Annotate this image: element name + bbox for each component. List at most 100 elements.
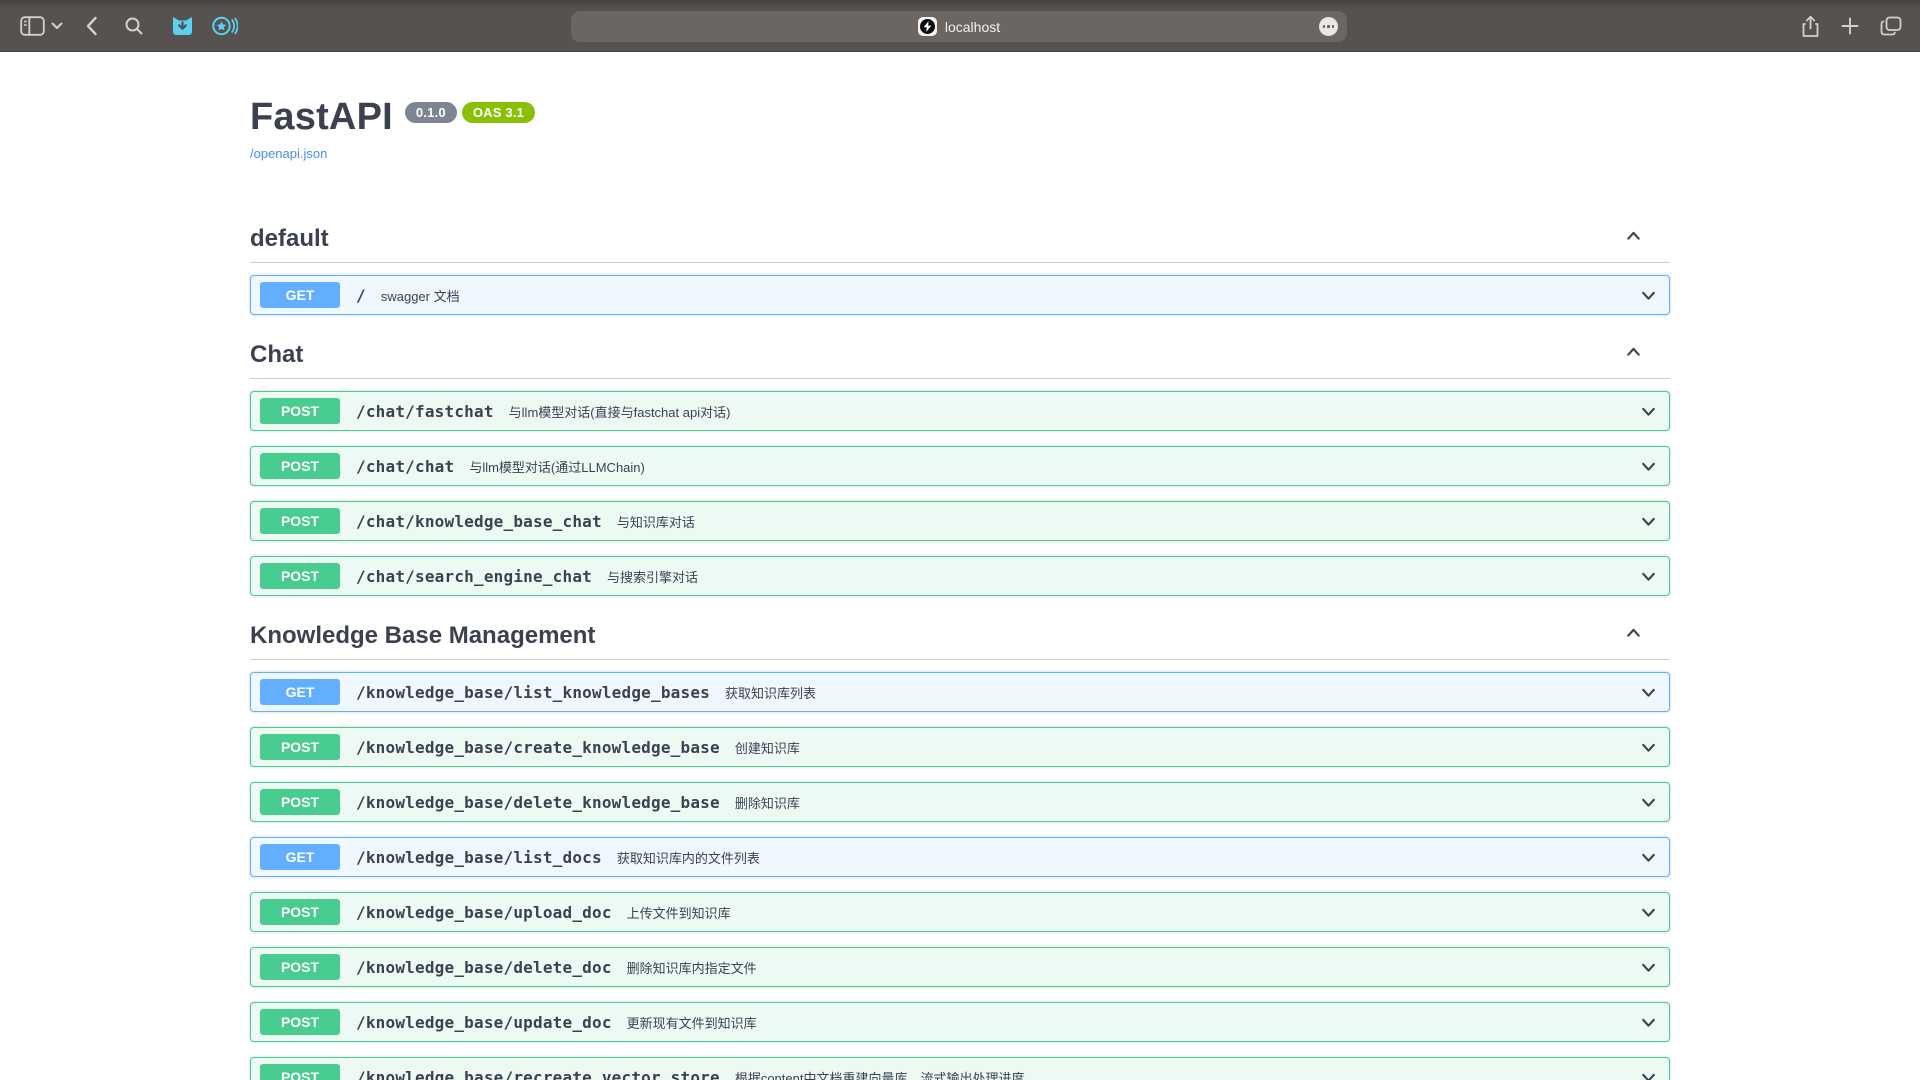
endpoint-path: /chat/search_engine_chat <box>356 567 592 586</box>
section-collapse-chevron-icon[interactable] <box>1623 225 1644 252</box>
endpoint-description: 更新现有文件到知识库 <box>627 1013 757 1032</box>
endpoint-row[interactable]: POST /chat/chat 与llm模型对话(通过LLMChain) <box>250 446 1670 486</box>
section-title: default <box>250 226 329 252</box>
endpoint-row[interactable]: POST /chat/fastchat 与llm模型对话(直接与fastchat… <box>250 391 1670 431</box>
endpoint-row[interactable]: GET /knowledge_base/list_knowledge_bases… <box>250 672 1670 712</box>
endpoint-row[interactable]: POST /knowledge_base/upload_doc 上传文件到知识库 <box>250 892 1670 932</box>
endpoint-path: / <box>356 286 366 305</box>
method-badge: POST <box>260 899 340 925</box>
tag-section: default GET / swagger 文档 <box>250 225 1670 315</box>
method-badge: POST <box>260 453 340 479</box>
endpoint-description: 删除知识库 <box>735 793 800 812</box>
oas-badge: OAS 3.1 <box>462 102 535 123</box>
endpoint-path: /knowledge_base/list_docs <box>356 848 602 867</box>
method-badge: GET <box>260 679 340 705</box>
section-header[interactable]: Chat <box>250 341 1670 379</box>
endpoint-row[interactable]: POST /knowledge_base/delete_doc 删除知识库内指定… <box>250 947 1670 987</box>
tag-section: Chat POST /chat/fastchat 与llm模型对话(直接与fas… <box>250 341 1670 596</box>
endpoint-description: 获取知识库内的文件列表 <box>617 848 760 867</box>
row-expand-chevron-icon[interactable] <box>1638 285 1659 306</box>
row-expand-chevron-icon[interactable] <box>1638 847 1659 868</box>
section-header[interactable]: Knowledge Base Management <box>250 622 1670 660</box>
endpoint-row[interactable]: POST /chat/search_engine_chat 与搜索引擎对话 <box>250 556 1670 596</box>
address-bar[interactable]: localhost <box>571 11 1347 42</box>
row-expand-chevron-icon[interactable] <box>1638 682 1659 703</box>
endpoint-description: 与知识库对话 <box>617 512 695 531</box>
section-title: Knowledge Base Management <box>250 623 595 649</box>
page-title: FastAPI 0.1.0OAS 3.1 <box>250 96 1670 139</box>
endpoint-row[interactable]: POST /knowledge_base/update_doc 更新现有文件到知… <box>250 1002 1670 1042</box>
sidebar-toggle-button[interactable] <box>20 16 45 36</box>
method-badge: POST <box>260 508 340 534</box>
method-badge: POST <box>260 734 340 760</box>
method-badge: POST <box>260 398 340 424</box>
endpoint-description: 与llm模型对话(通过LLMChain) <box>469 457 645 476</box>
extensions-more-button[interactable] <box>1319 17 1338 36</box>
section-title: Chat <box>250 342 303 368</box>
browser-toolbar: localhost <box>0 0 1920 52</box>
endpoint-description: 与llm模型对话(直接与fastchat api对话) <box>509 402 731 421</box>
endpoint-path: /chat/chat <box>356 457 454 476</box>
url-text: localhost <box>945 19 1000 35</box>
row-expand-chevron-icon[interactable] <box>1638 1012 1659 1033</box>
api-sections: default GET / swagger 文档 Chat <box>250 225 1670 1080</box>
search-icon <box>124 16 144 36</box>
row-expand-chevron-icon[interactable] <box>1638 566 1659 587</box>
row-expand-chevron-icon[interactable] <box>1638 511 1659 532</box>
endpoint-path: /knowledge_base/create_knowledge_base <box>356 738 720 757</box>
lightning-bolt-icon <box>923 21 932 32</box>
endpoint-path: /knowledge_base/update_doc <box>356 1013 612 1032</box>
search-button[interactable] <box>124 16 144 36</box>
method-badge: GET <box>260 282 340 308</box>
endpoint-description: 上传文件到知识库 <box>627 903 731 922</box>
tab-overview-button[interactable] <box>1880 16 1902 36</box>
row-expand-chevron-icon[interactable] <box>1638 1067 1659 1080</box>
method-badge: POST <box>260 1064 340 1080</box>
method-badge: POST <box>260 1009 340 1035</box>
endpoint-row[interactable]: GET /knowledge_base/list_docs 获取知识库内的文件列… <box>250 837 1670 877</box>
endpoint-description: 删除知识库内指定文件 <box>627 958 757 977</box>
row-expand-chevron-icon[interactable] <box>1638 456 1659 477</box>
new-tab-button[interactable] <box>1841 17 1859 35</box>
endpoint-path: /chat/fastchat <box>356 402 494 421</box>
section-endpoints: GET / swagger 文档 <box>250 275 1670 315</box>
section-collapse-chevron-icon[interactable] <box>1623 341 1644 368</box>
back-button[interactable] <box>85 16 98 36</box>
share-button[interactable] <box>1801 15 1820 38</box>
row-expand-chevron-icon[interactable] <box>1638 902 1659 923</box>
row-expand-chevron-icon[interactable] <box>1638 401 1659 422</box>
endpoint-row[interactable]: POST /knowledge_base/recreate_vector_sto… <box>250 1057 1670 1080</box>
endpoint-path: /knowledge_base/recreate_vector_store <box>356 1068 720 1080</box>
endpoint-description: 获取知识库列表 <box>725 683 816 702</box>
version-badge: 0.1.0 <box>405 102 457 123</box>
row-expand-chevron-icon[interactable] <box>1638 792 1659 813</box>
back-chevron-icon <box>85 16 98 36</box>
section-endpoints: POST /chat/fastchat 与llm模型对话(直接与fastchat… <box>250 391 1670 596</box>
method-badge: POST <box>260 789 340 815</box>
row-expand-chevron-icon[interactable] <box>1638 737 1659 758</box>
api-info: FastAPI 0.1.0OAS 3.1 /openapi.json <box>250 52 1670 163</box>
row-expand-chevron-icon[interactable] <box>1638 957 1659 978</box>
section-collapse-chevron-icon[interactable] <box>1623 622 1644 649</box>
endpoint-row[interactable]: POST /knowledge_base/delete_knowledge_ba… <box>250 782 1670 822</box>
openapi-spec-link[interactable]: /openapi.json <box>250 146 327 161</box>
dot <box>1332 25 1335 28</box>
sidebar-icon <box>20 16 45 36</box>
endpoint-description: 根据content中文档重建向量库，流式输出处理进度。 <box>735 1068 1038 1080</box>
extension-star-button[interactable] <box>211 14 238 38</box>
endpoint-row[interactable]: POST /knowledge_base/create_knowledge_ba… <box>250 727 1670 767</box>
sidebar-menu-button[interactable] <box>51 22 63 30</box>
tag-section: Knowledge Base Management GET /knowledge… <box>250 622 1670 1080</box>
section-header[interactable]: default <box>250 225 1670 263</box>
endpoint-row[interactable]: GET / swagger 文档 <box>250 275 1670 315</box>
endpoint-row[interactable]: POST /chat/knowledge_base_chat 与知识库对话 <box>250 501 1670 541</box>
endpoint-description: 与搜索引擎对话 <box>607 567 698 586</box>
download-shield-icon <box>170 14 195 38</box>
tab-overview-icon <box>1880 16 1902 36</box>
endpoint-path: /chat/knowledge_base_chat <box>356 512 602 531</box>
site-favicon <box>918 17 937 36</box>
api-title-text: FastAPI <box>250 96 393 138</box>
dot <box>1327 25 1330 28</box>
extension-downloader-button[interactable] <box>170 14 195 38</box>
endpoint-path: /knowledge_base/delete_knowledge_base <box>356 793 720 812</box>
